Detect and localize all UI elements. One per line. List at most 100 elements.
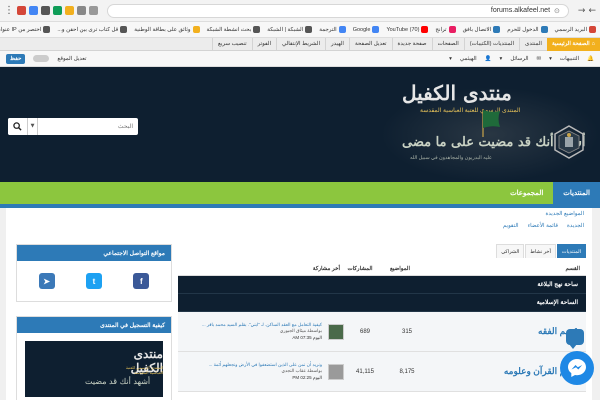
extension-icon[interactable] xyxy=(41,6,50,15)
subnav-new[interactable]: الجديدة xyxy=(567,223,584,229)
admin-home-tab[interactable]: ⌂ الصفحة الرئيسية xyxy=(546,37,600,51)
tab-forums[interactable]: المنتديات xyxy=(553,182,600,204)
admin-item[interactable]: الهيدر xyxy=(325,37,349,51)
admin-item[interactable]: المنتدى xyxy=(519,37,547,51)
admin-item[interactable]: الصفحات xyxy=(431,37,464,51)
admin-item[interactable]: المنتديات (الكتيبات) xyxy=(463,37,519,51)
last-post-thumbnail[interactable] xyxy=(328,323,344,340)
tab-groups[interactable]: المجموعات xyxy=(500,182,553,204)
extension-icon[interactable] xyxy=(29,6,38,15)
bookmark-favicon-icon xyxy=(372,26,380,33)
admin-item[interactable]: تعديل الصفحة xyxy=(348,37,392,51)
bookmark-favicon-icon xyxy=(493,26,501,33)
registration-video[interactable]: منتدى الكفيل المنتدى الرسمي للعتبة العبا… xyxy=(25,341,163,397)
forward-icon[interactable]: → xyxy=(578,6,586,16)
bookmark-item[interactable]: الاتصال بافق xyxy=(463,26,501,33)
subnav-members[interactable]: قائمة الأعضاء xyxy=(528,223,558,229)
admin-home-label: الصفحة الرئيسية xyxy=(551,41,590,47)
bookmark-label: Google xyxy=(352,26,371,33)
forum-tab-latest[interactable]: أخر نشاط xyxy=(525,244,556,258)
save-button[interactable]: حفظ xyxy=(6,53,26,64)
forum-name[interactable]: قسم الفقه xyxy=(428,326,578,337)
star-icon[interactable] xyxy=(89,6,98,15)
bookmark-favicon-icon xyxy=(448,26,456,33)
site-logo-subtitle: المنتدى الرسمي للعتبة العباسية المقدسة xyxy=(420,108,521,114)
admin-item[interactable]: صفحة جديدة xyxy=(391,37,432,51)
flag-icon xyxy=(482,109,500,137)
bookmark-item[interactable]: Google xyxy=(353,26,380,33)
admin-bar: ⌂ الصفحة الرئيسية المنتدى المنتديات (الك… xyxy=(0,37,600,51)
forum-row: قسم الفقه 315 689 كيفية التعامل مع العقد… xyxy=(178,312,586,352)
extension-icon[interactable] xyxy=(53,6,62,15)
chat-icon[interactable] xyxy=(566,329,584,349)
edit-site-toggle[interactable] xyxy=(33,55,50,62)
chevron-down-icon[interactable]: ▾ xyxy=(549,56,552,62)
search-icon xyxy=(13,122,22,131)
back-icon[interactable]: ← xyxy=(588,6,596,16)
social-widget-title: مواقع التواصل الاجتماعي xyxy=(17,245,171,261)
site-header: منتدى الكفيل المنتدى الرسمي للعتبة العبا… xyxy=(0,67,600,182)
telegram-icon[interactable]: ➤ xyxy=(38,273,55,289)
address-bar[interactable]: forums.alkafeel.net ⊙ xyxy=(107,3,569,18)
shrine-emblem-icon xyxy=(554,125,584,159)
bookmark-label: (70) YouTube xyxy=(386,26,420,33)
mail-icon[interactable]: ✉ xyxy=(537,56,542,62)
bookmark-favicon-icon xyxy=(338,26,346,33)
search-options-caret[interactable]: ▼ xyxy=(28,118,38,135)
forum-section-header[interactable]: ساحة نهج البلاغة xyxy=(178,276,586,294)
menu-icon[interactable]: ⋮ xyxy=(4,5,14,16)
col-last-post: أخر مشاركة xyxy=(312,265,340,272)
last-post-info: كيفية التعامل مع العقد الساكن. لـ "ابني"… xyxy=(186,322,322,342)
forum-tab-subscriptions[interactable]: الشراكي xyxy=(496,244,525,258)
subnav-calendar[interactable]: التقويم xyxy=(503,223,519,229)
admin-item[interactable]: الشريط الإنتقالي xyxy=(276,37,325,51)
user-link[interactable]: الهيثمي xyxy=(460,56,477,62)
bookmark-item[interactable]: ترانج xyxy=(435,26,456,33)
bookmark-label: بحث انشطة الشبكة xyxy=(206,26,252,33)
user-icon[interactable]: 👤 xyxy=(485,56,492,62)
bookmark-item[interactable]: الشبكة | الشبكة xyxy=(267,26,313,33)
forum-topics-count: 8,175 xyxy=(399,368,415,375)
forum-section-header[interactable]: الساحة الإسلامية xyxy=(178,294,586,312)
bookmark-item[interactable]: الترجمة xyxy=(319,26,346,33)
bookmark-favicon-icon xyxy=(253,26,261,33)
bell-icon[interactable]: 🔔 xyxy=(587,56,594,62)
user-bar: 🔔 التنبيهات ▾ ✉ الرسائل ▾ 👤 الهيثمي ▾ تع… xyxy=(0,51,600,67)
forum-name[interactable]: قسم القرآن وعلومه xyxy=(428,366,578,377)
last-post-avatar[interactable] xyxy=(328,363,344,380)
messages-link[interactable]: الرسائل xyxy=(510,56,528,62)
notifications-link[interactable]: التنبيهات xyxy=(560,56,579,62)
forum-tab-forums[interactable]: المنتديات xyxy=(556,244,586,258)
messenger-icon[interactable] xyxy=(560,351,594,385)
forum-table: القسم المواضيع المشاركات أخر مشاركة ساحة… xyxy=(178,262,586,392)
facebook-icon[interactable]: f xyxy=(133,273,150,289)
search-input[interactable] xyxy=(38,118,138,135)
forum-topics-count: 315 xyxy=(401,328,412,335)
chevron-down-icon[interactable]: ▾ xyxy=(449,56,452,62)
bookmark-item[interactable]: اختصر من IP عنوان xyxy=(0,26,51,33)
site-info-icon[interactable]: ⊙ xyxy=(554,7,560,15)
twitter-icon[interactable]: t xyxy=(85,273,102,289)
bookmark-label: الترجمة xyxy=(319,26,337,33)
extension-icon[interactable] xyxy=(77,6,86,15)
bookmark-label: ترانج xyxy=(435,26,447,33)
bookmark-item[interactable]: قل كتاب ترى بين احقن و... xyxy=(57,26,128,33)
header-calligraphy-sub: عليه البدريون والمجاهدون في سبيل الله xyxy=(410,155,492,161)
bookmark-item[interactable]: البريد الرسمي xyxy=(555,26,596,33)
chevron-down-icon[interactable]: ▾ xyxy=(500,56,503,62)
extension-icon[interactable] xyxy=(17,6,26,15)
bookmark-label: قل كتاب ترى بين احقن و... xyxy=(57,26,119,33)
extension-icon[interactable] xyxy=(65,6,74,15)
search-button[interactable] xyxy=(8,118,28,135)
admin-item[interactable]: الفوتر xyxy=(251,37,276,51)
bookmark-item[interactable]: الدخول للحرم xyxy=(507,26,548,33)
admin-item[interactable]: تنصيب سريع xyxy=(211,37,252,51)
bookmark-item[interactable]: (70) YouTube xyxy=(386,26,429,33)
col-posts: المشاركات xyxy=(347,265,373,272)
bookmark-label: اختصر من IP عنوان xyxy=(0,26,42,33)
bookmark-item[interactable]: بحث انشطة الشبكة xyxy=(207,26,261,33)
bookmark-item[interactable]: وثائق على بطاقة الوطنية xyxy=(134,26,200,33)
subnav-new-topics[interactable]: المواضيع الجديدة xyxy=(546,211,584,217)
site-logo-title[interactable]: منتدى الكفيل xyxy=(402,81,512,105)
last-post-date: اليوم 07:35 AM xyxy=(292,334,322,340)
